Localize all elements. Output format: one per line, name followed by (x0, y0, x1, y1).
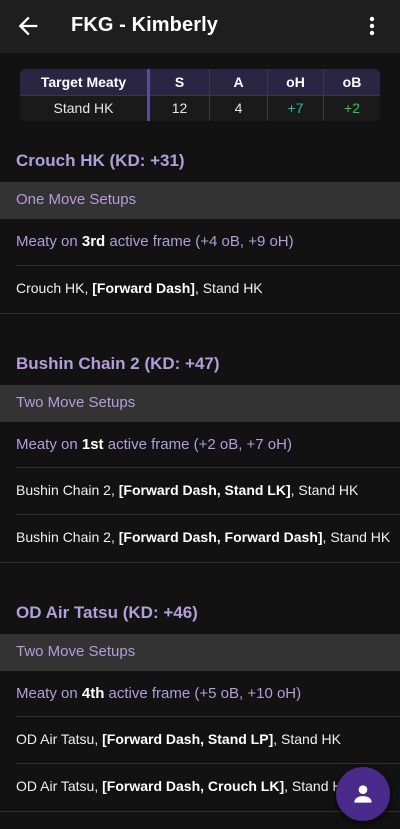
header-on-hit: oH (286, 74, 305, 90)
list-divider (16, 716, 400, 717)
meaty-frame: 3rd (81, 233, 106, 250)
app-bar: FKG - Kimberly (0, 0, 400, 53)
section-divider (0, 313, 400, 314)
cell-active: 4 (234, 100, 243, 116)
meaty-suffix: active frame (+2 oB, +7 oH) (103, 436, 292, 453)
combo-end: , Stand HK (322, 529, 391, 545)
combo-end: , Stand HK (273, 731, 341, 747)
meaty-info: Meaty on 3rd active frame (+4 oB, +9 oH) (16, 233, 294, 250)
header-startup: S (174, 74, 185, 90)
combo-start: Crouch HK, (16, 280, 93, 296)
setup-group-label: One Move Setups (16, 191, 137, 208)
combo-start: Bushin Chain 2, (16, 482, 119, 498)
setup-combo-item[interactable]: OD Air Tatsu, [Forward Dash, Stand LP], … (16, 731, 341, 747)
table-column-divider (147, 69, 150, 121)
setup-combo-item[interactable]: OD Air Tatsu, [Forward Dash, Crouch LK],… (16, 778, 352, 794)
list-divider (16, 514, 400, 515)
table-column-divider (209, 69, 210, 121)
combo-bold-part: [Forward Dash, Crouch LK] (102, 778, 285, 794)
section-divider (0, 811, 400, 812)
frame-data-table: Target Meaty S A oH oB Stand HK 12 4 +7 … (20, 69, 380, 121)
combo-bold-part: [Forward Dash] (92, 280, 195, 296)
section-title: OD Air Tatsu (KD: +46) (16, 603, 198, 622)
meaty-frame: 1st (81, 436, 104, 453)
table-column-divider (323, 69, 324, 121)
setup-group-label: Two Move Setups (16, 394, 136, 411)
section-title: Crouch HK (KD: +31) (16, 151, 185, 170)
list-divider (16, 763, 400, 764)
meaty-suffix: active frame (+5 oB, +10 oH) (104, 685, 302, 702)
profile-fab-button[interactable] (336, 767, 390, 821)
cell-on-block: +2 (344, 100, 360, 116)
frame-table-row: Stand HK 12 4 +7 +2 (20, 95, 380, 121)
combo-start: Bushin Chain 2, (16, 529, 119, 545)
frame-table-header: Target Meaty S A oH oB (20, 69, 380, 95)
header-on-block: oB (342, 74, 362, 90)
meaty-suffix: active frame (+4 oB, +9 oH) (105, 233, 294, 250)
meaty-prefix: Meaty on (16, 685, 82, 702)
section-title: Bushin Chain 2 (KD: +47) (16, 354, 220, 373)
setup-combo-item[interactable]: Crouch HK, [Forward Dash], Stand HK (16, 280, 263, 296)
setup-group-label: Two Move Setups (16, 643, 136, 660)
setup-group-header: One Move Setups (0, 182, 400, 219)
meaty-prefix: Meaty on (16, 233, 82, 250)
table-column-divider (267, 69, 268, 121)
cell-startup: 12 (171, 100, 188, 116)
arrow-back-icon[interactable] (14, 12, 42, 40)
combo-bold-part: [Forward Dash, Stand LP] (102, 731, 274, 747)
setup-combo-item[interactable]: Bushin Chain 2, [Forward Dash, Stand LK]… (16, 482, 358, 498)
combo-start: OD Air Tatsu, (16, 731, 103, 747)
setup-combo-item[interactable]: Bushin Chain 2, [Forward Dash, Forward D… (16, 529, 390, 545)
meaty-frame: 4th (81, 685, 105, 702)
header-active: A (233, 74, 244, 90)
setup-group-header: Two Move Setups (0, 634, 400, 671)
combo-bold-part: [Forward Dash, Stand LK] (118, 482, 291, 498)
cell-target-meaty: Stand HK (53, 100, 114, 116)
meaty-info: Meaty on 1st active frame (+2 oB, +7 oH) (16, 436, 292, 453)
section-divider (0, 562, 400, 563)
cell-on-hit: +7 (287, 100, 304, 116)
list-divider (16, 265, 400, 266)
header-target-meaty: Target Meaty (40, 74, 127, 90)
combo-end: , Stand HK (194, 280, 263, 296)
list-divider (16, 467, 400, 468)
combo-bold-part: [Forward Dash, Forward Dash] (118, 529, 323, 545)
meaty-prefix: Meaty on (16, 436, 82, 453)
person-icon (354, 785, 372, 803)
page-title: FKG - Kimberly (71, 14, 218, 36)
meaty-info: Meaty on 4th active frame (+5 oB, +10 oH… (16, 685, 301, 702)
combo-start: OD Air Tatsu, (16, 778, 103, 794)
setup-group-header: Two Move Setups (0, 385, 400, 422)
more-vert-icon[interactable] (360, 12, 384, 40)
combo-end: , Stand HK (290, 482, 359, 498)
